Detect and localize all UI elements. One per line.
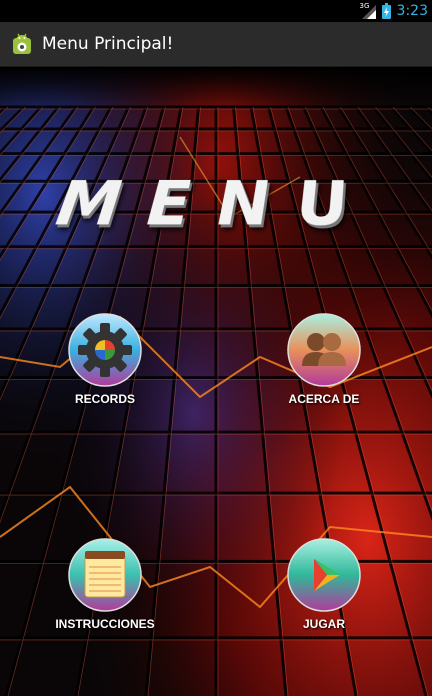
menu-screen: MENU RECORDS ACERCA DE INSTRUCCIONES JUG… (0, 67, 432, 696)
clock: 3:23 (396, 3, 428, 19)
status-icons: 3G 3:23 (360, 0, 428, 22)
signal-icon (361, 5, 376, 19)
action-bar: Menu Principal! (0, 22, 432, 67)
notepad-icon (68, 538, 142, 612)
acerca-de-label: ACERCA DE (288, 392, 360, 406)
records-button[interactable]: RECORDS (30, 312, 180, 406)
users-icon (287, 313, 361, 387)
android-icon[interactable] (10, 32, 34, 56)
records-label: RECORDS (74, 392, 135, 406)
menu-heading: MENU (51, 170, 381, 241)
battery-icon (381, 3, 391, 19)
app-title: Menu Principal! (42, 34, 174, 54)
jugar-label: JUGAR (302, 617, 345, 631)
instrucciones-label: INSTRUCCIONES (55, 617, 155, 631)
jugar-button[interactable]: JUGAR (249, 537, 399, 631)
gear-icon (68, 313, 142, 387)
signal-indicator: 3G (360, 2, 376, 19)
acerca-de-button[interactable]: ACERCA DE (249, 312, 399, 406)
play-icon (287, 538, 361, 612)
status-bar: 3G 3:23 (0, 0, 432, 22)
instrucciones-button[interactable]: INSTRUCCIONES (30, 537, 180, 631)
